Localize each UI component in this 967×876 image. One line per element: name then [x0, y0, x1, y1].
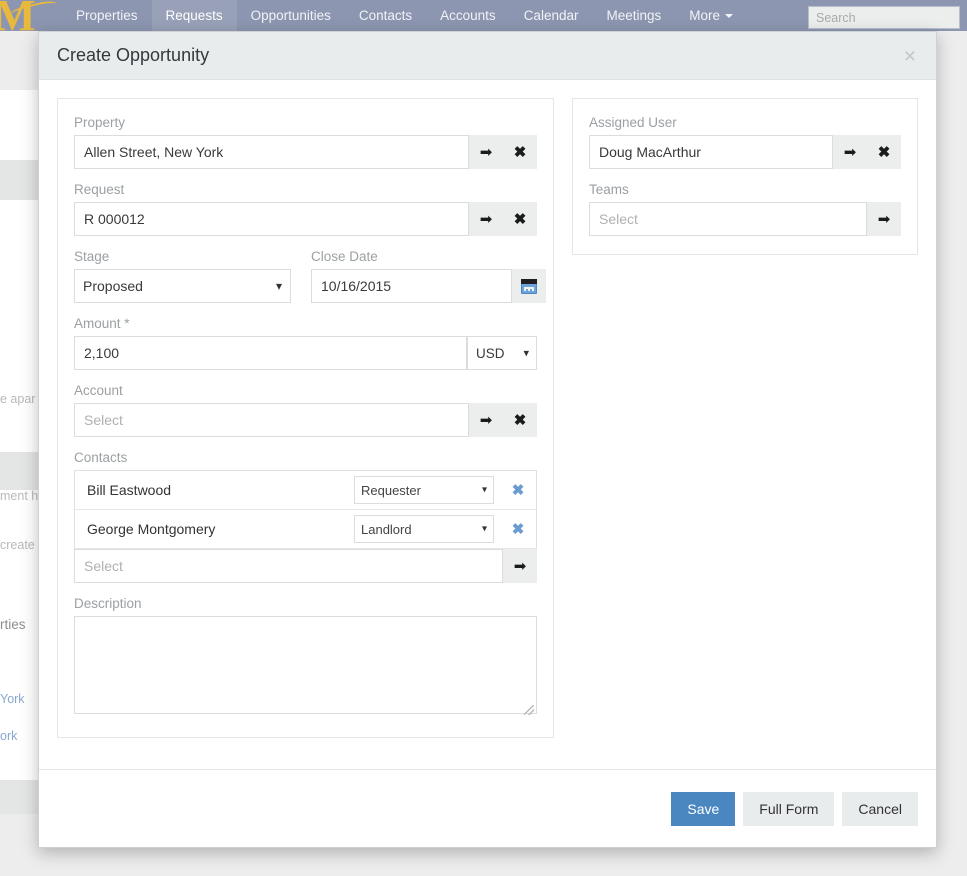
- field-contacts: Contacts Bill Eastwood Requester ✖: [74, 450, 537, 583]
- calendar-icon: [521, 278, 537, 294]
- stage-select-wrap: Proposed: [74, 269, 291, 303]
- account-clear-button[interactable]: ✖: [503, 403, 537, 437]
- contact-name: Bill Eastwood: [87, 482, 172, 498]
- label-close-date: Close Date: [311, 249, 378, 264]
- arrow-up-icon: ➡: [877, 210, 891, 228]
- calendar-button[interactable]: [512, 269, 546, 303]
- contact-remove-icon[interactable]: ✖: [500, 522, 536, 537]
- amount-input[interactable]: [74, 336, 467, 370]
- account-input-group: ➡ ✖: [74, 403, 537, 437]
- contact-add-select-button[interactable]: ➡: [503, 549, 537, 583]
- modal-title: Create Opportunity: [57, 45, 210, 65]
- field-request: Request ➡ ✖: [74, 182, 537, 236]
- teams-input[interactable]: [589, 202, 867, 236]
- full-form-button[interactable]: Full Form: [743, 791, 835, 826]
- label-stage: Stage: [74, 249, 110, 264]
- label-description: Description: [74, 596, 142, 611]
- contact-role-wrap: Landlord: [354, 515, 494, 543]
- description-wrap: [74, 616, 537, 719]
- teams-select-button[interactable]: ➡: [867, 202, 901, 236]
- arrow-up-icon: ➡: [479, 210, 493, 228]
- field-property: Property ➡ ✖: [74, 115, 537, 169]
- field-close-date: Close Date: [311, 249, 546, 303]
- close-x-icon: ✖: [513, 143, 527, 161]
- arrow-up-icon: ➡: [479, 143, 493, 161]
- label-contacts: Contacts: [74, 450, 128, 465]
- arrow-up-icon: ➡: [843, 143, 857, 161]
- amount-input-group: USD: [74, 336, 537, 370]
- assigned-user-input-group: ➡ ✖: [589, 135, 901, 169]
- left-form-panel: Property ➡ ✖ Request: [57, 98, 554, 738]
- currency-select[interactable]: USD: [467, 336, 537, 370]
- save-button[interactable]: Save: [671, 791, 736, 826]
- assigned-user-clear-button[interactable]: ✖: [867, 135, 901, 169]
- field-stage-closedate-row: Stage Proposed Close Date: [74, 249, 546, 303]
- close-x-icon: ✖: [513, 210, 527, 228]
- close-x-icon: ✖: [877, 143, 891, 161]
- contact-row: Bill Eastwood Requester ✖: [75, 471, 536, 510]
- currency-select-wrap: USD: [467, 336, 537, 370]
- field-amount: Amount * USD: [74, 316, 537, 370]
- close-date-input-group: [311, 269, 546, 303]
- modal-header: Create Opportunity ×: [39, 32, 936, 80]
- label-request: Request: [74, 182, 125, 197]
- property-input-group: ➡ ✖: [74, 135, 537, 169]
- assigned-user-input[interactable]: [589, 135, 833, 169]
- property-clear-button[interactable]: ✖: [503, 135, 537, 169]
- contact-add-group: ➡: [74, 549, 537, 583]
- field-stage: Stage Proposed: [74, 249, 291, 303]
- label-account: Account: [74, 383, 123, 398]
- cancel-button[interactable]: Cancel: [842, 791, 918, 826]
- field-assigned-user: Assigned User ➡ ✖: [589, 115, 901, 169]
- label-assigned-user: Assigned User: [589, 115, 677, 130]
- create-opportunity-modal: Create Opportunity × Property ➡: [38, 31, 937, 848]
- teams-input-group: ➡: [589, 202, 901, 236]
- property-select-button[interactable]: ➡: [469, 135, 503, 169]
- request-select-button[interactable]: ➡: [469, 202, 503, 236]
- form-columns: Property ➡ ✖ Request: [57, 98, 918, 738]
- request-input-group: ➡ ✖: [74, 202, 537, 236]
- contact-role-select[interactable]: Requester: [354, 476, 494, 504]
- modal-backdrop: Create Opportunity × Property ➡: [0, 0, 967, 876]
- label-property: Property: [74, 115, 126, 130]
- property-input[interactable]: [74, 135, 469, 169]
- request-clear-button[interactable]: ✖: [503, 202, 537, 236]
- modal-body: Property ➡ ✖ Request: [39, 80, 936, 769]
- assigned-user-select-button[interactable]: ➡: [833, 135, 867, 169]
- close-date-input[interactable]: [311, 269, 512, 303]
- stage-select[interactable]: Proposed: [74, 269, 291, 303]
- arrow-up-icon: ➡: [513, 557, 527, 575]
- modal-footer: Save Full Form Cancel: [39, 769, 936, 847]
- contact-role-select[interactable]: Landlord: [354, 515, 494, 543]
- contact-role-wrap: Requester: [354, 476, 494, 504]
- account-select-button[interactable]: ➡: [469, 403, 503, 437]
- contacts-list: Bill Eastwood Requester ✖ George Montgom…: [74, 470, 537, 549]
- contact-row: George Montgomery Landlord ✖: [75, 510, 536, 549]
- right-form-panel: Assigned User ➡ ✖ Teams: [572, 98, 918, 255]
- field-account: Account ➡ ✖: [74, 383, 537, 437]
- contact-name: George Montgomery: [87, 521, 216, 537]
- label-teams: Teams: [589, 182, 629, 197]
- contact-add-input[interactable]: [74, 549, 503, 583]
- label-amount: Amount *: [74, 316, 130, 331]
- contact-remove-icon[interactable]: ✖: [500, 483, 536, 498]
- field-teams: Teams ➡: [589, 182, 901, 236]
- close-x-icon: ✖: [513, 411, 527, 429]
- description-textarea[interactable]: [74, 616, 537, 714]
- field-description: Description: [74, 596, 537, 719]
- request-input[interactable]: [74, 202, 469, 236]
- arrow-up-icon: ➡: [479, 411, 493, 429]
- close-icon[interactable]: ×: [898, 42, 922, 71]
- account-input[interactable]: [74, 403, 469, 437]
